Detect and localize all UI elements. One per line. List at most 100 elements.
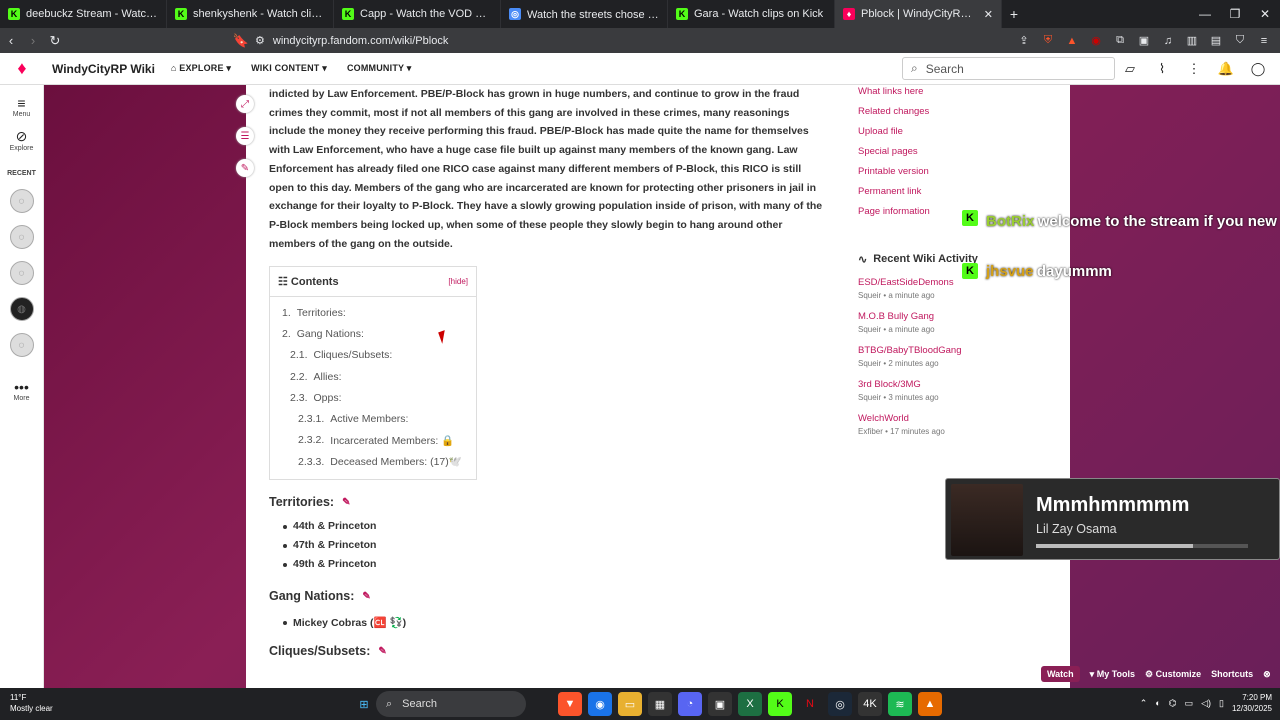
edit-pencil-icon[interactable]: ✎ [362, 591, 370, 602]
shortcuts-button[interactable]: Shortcuts [1211, 669, 1253, 679]
browser-tab[interactable]: ◎Watch the streets chose me🎥 — sos... [501, 0, 668, 28]
display-icon[interactable]: ▭ [1185, 698, 1194, 709]
activity-link[interactable]: 3rd Block/3MG [858, 379, 921, 390]
bookmark-icon[interactable]: 🔖 [230, 30, 252, 52]
recent-wiki-icon[interactable]: ◌ [9, 333, 34, 357]
reload-icon[interactable]: ↻ [44, 30, 66, 52]
store-icon[interactable]: ▦ [648, 692, 672, 716]
tool-link[interactable]: Related changes [858, 106, 929, 117]
spotify-icon[interactable]: ≋ [888, 692, 912, 716]
discussions-icon[interactable]: ▱ [1120, 59, 1140, 79]
extensions-icon[interactable]: ⧉ [1110, 31, 1130, 51]
close-window-icon[interactable]: ✕ [1250, 0, 1280, 28]
user-avatar-icon[interactable]: ◯ [1248, 59, 1268, 79]
recent-wiki-icon[interactable]: ◍ [9, 297, 34, 321]
tray-chevron-icon[interactable]: ⌃ [1140, 698, 1148, 709]
tray-app-icon[interactable]: ◐ [1155, 698, 1160, 708]
clock[interactable]: 7:20 PM 12/30/2025 [1232, 692, 1272, 714]
wiki-site-name[interactable]: WindyCityRP Wiki [52, 62, 155, 76]
site-info-icon[interactable]: ⚙ [255, 34, 265, 47]
forward-icon[interactable]: › [22, 30, 44, 52]
rail-menu[interactable]: ≡ Menu [0, 95, 43, 118]
watch-button[interactable]: Watch [1041, 666, 1080, 682]
kick-app-icon[interactable]: K [768, 692, 792, 716]
activity-link[interactable]: BTBG/BabyTBloodGang [858, 345, 962, 356]
network-icon[interactable]: ⌬ [1169, 698, 1177, 709]
menu-icon[interactable]: ≡ [1254, 31, 1274, 51]
toc-hide-link[interactable]: [hide] [448, 277, 468, 286]
recent-wiki-icon[interactable]: ◌ [9, 261, 34, 285]
edit-pencil-icon[interactable]: ✎ [342, 497, 350, 508]
browser-tab-active[interactable]: ♦Pblock | WindyCityRP Wiki | Fand...✕ [835, 0, 1002, 28]
tool-link[interactable]: Printable version [858, 166, 929, 177]
video-app-icon[interactable]: 4K [858, 692, 882, 716]
battery-icon[interactable]: ▯ [1219, 698, 1224, 709]
new-tab-button[interactable]: + [1002, 0, 1026, 28]
nav-explore[interactable]: ⌂ EXPLORE ▾ [171, 63, 231, 74]
tool-link[interactable]: Page information [858, 206, 930, 217]
toc-item[interactable]: 1. Territories: [270, 302, 476, 323]
ublock-icon[interactable]: ◉ [1086, 31, 1106, 51]
toc-item[interactable]: 2.1. Cliques/Subsets: [270, 345, 476, 366]
steam-icon[interactable]: ◎ [828, 692, 852, 716]
windows-start-icon[interactable]: ⊞ [352, 692, 376, 716]
discord-icon[interactable]: ◔ [678, 692, 702, 716]
chrome-icon[interactable]: ◉ [588, 692, 612, 716]
browser-tab[interactable]: Kshenkyshenk - Watch clips on Kick [167, 0, 334, 28]
browser-tab[interactable]: KCapp - Watch the VOD on Kick [334, 0, 501, 28]
brave-browser-icon[interactable]: ▼ [558, 692, 582, 716]
toc-item[interactable]: 2.3.1. Active Members: [270, 408, 476, 429]
more-vertical-icon[interactable]: ⋮ [1184, 59, 1204, 79]
tool-link[interactable]: What links here [858, 86, 923, 97]
my-tools-button[interactable]: ▾ My Tools [1090, 669, 1135, 680]
back-icon[interactable]: ‹ [0, 30, 22, 52]
taskbar-search[interactable]: ⌕ Search [376, 691, 526, 717]
toc-item[interactable]: 2.3.2. Incarcerated Members: 🔒 [270, 430, 476, 451]
volume-icon[interactable]: ◁) [1201, 698, 1211, 709]
edit-icon[interactable]: ✎ [236, 159, 254, 177]
nav-community[interactable]: COMMUNITY ▾ [347, 63, 412, 74]
recent-wiki-icon[interactable]: ◌ [9, 225, 34, 249]
toc-list-icon[interactable]: ☰ [236, 127, 254, 145]
maximize-icon[interactable]: ❐ [1220, 0, 1250, 28]
screenshot-icon[interactable]: ▣ [1134, 31, 1154, 51]
music-icon[interactable]: ♫ [1158, 31, 1178, 51]
share-icon[interactable]: ⇪ [1014, 31, 1034, 51]
toc-item[interactable]: 2.3. Opps: [270, 387, 476, 408]
fandom-logo-icon[interactable]: ♦ [0, 58, 44, 79]
netflix-icon[interactable]: N [798, 692, 822, 716]
rail-explore[interactable]: ⊘ Explore [0, 128, 43, 152]
tool-link[interactable]: Upload file [858, 126, 903, 137]
toc-item[interactable]: 2.3.3. Deceased Members: (17)🕊️ [270, 451, 476, 472]
browser-tab[interactable]: Kdeebuckz Stream - Watch Live on Kick [0, 0, 167, 28]
activity-link[interactable]: M.O.B Bully Gang [858, 311, 934, 322]
nav-wiki-content[interactable]: WIKI CONTENT ▾ [251, 63, 327, 74]
customize-button[interactable]: ⚙ Customize [1145, 669, 1201, 680]
brave-shield-icon[interactable]: ⛨ [1038, 31, 1058, 51]
rewards-icon[interactable]: ▲ [1062, 31, 1082, 51]
toc-item[interactable]: 2.2. Allies: [270, 366, 476, 387]
app-icon[interactable]: ▣ [708, 692, 732, 716]
activity-icon[interactable]: ⌇ [1152, 59, 1172, 79]
fullscreen-icon[interactable]: ⤢ [236, 95, 254, 113]
browser-tab[interactable]: K Gara - Watch clips on Kick [668, 0, 835, 28]
activity-link[interactable]: ESD/EastSideDemons [858, 277, 954, 288]
wallet-icon[interactable]: ▤ [1206, 31, 1226, 51]
minimize-icon[interactable]: — [1190, 0, 1220, 28]
edit-pencil-icon[interactable]: ✎ [378, 646, 386, 657]
close-toolbar-icon[interactable]: ⊗ [1263, 669, 1271, 680]
tool-link[interactable]: Permanent link [858, 186, 921, 197]
close-tab-icon[interactable]: ✕ [984, 8, 993, 21]
recent-wiki-icon[interactable]: ◌ [9, 189, 34, 213]
app-icon[interactable]: ▲ [918, 692, 942, 716]
wiki-search-box[interactable]: ⌕ Search [902, 57, 1115, 80]
activity-link[interactable]: WelchWorld [858, 413, 909, 424]
file-explorer-icon[interactable]: ▭ [618, 692, 642, 716]
url-field[interactable]: ⚙ windycityrp.fandom.com/wiki/Pblock [255, 30, 975, 52]
vpn-icon[interactable]: ⛉ [1230, 31, 1250, 51]
tool-link[interactable]: Special pages [858, 146, 918, 157]
notifications-icon[interactable]: 🔔 [1216, 59, 1236, 79]
sidebar-icon[interactable]: ▥ [1182, 31, 1202, 51]
rail-more[interactable]: ••• More [0, 379, 43, 402]
excel-icon[interactable]: X [738, 692, 762, 716]
